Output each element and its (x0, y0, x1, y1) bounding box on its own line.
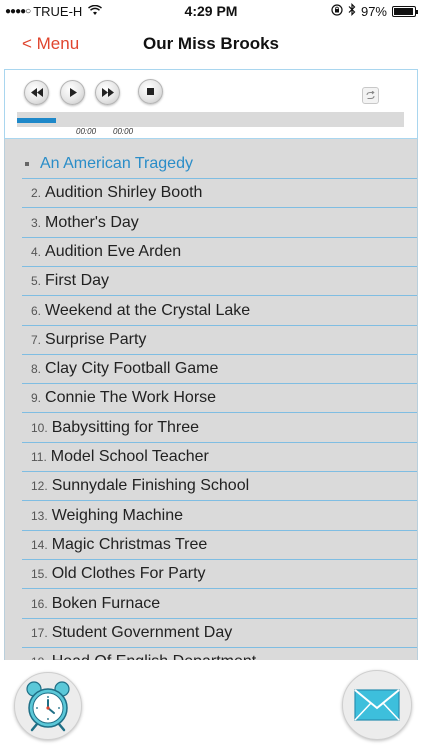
bottom-toolbar (0, 660, 422, 750)
progress-fill (17, 118, 56, 123)
episode-title: Babysitting for Three (51, 418, 200, 436)
episode-number: 14. (31, 537, 48, 552)
duration-time: 00:00 (113, 127, 134, 136)
bluetooth-icon (348, 3, 356, 19)
play-button[interactable] (60, 80, 85, 105)
episode-number: 7. (31, 332, 42, 347)
episode-list-item[interactable]: 5. First Day (22, 267, 417, 297)
stop-icon (147, 88, 154, 95)
episode-list-item[interactable]: 14. Magic Christmas Tree (22, 531, 417, 560)
episode-list-item[interactable]: 11. Model School Teacher (22, 443, 417, 472)
episode-title: Clay City Football Game (45, 360, 219, 378)
episode-title: First Day (45, 272, 110, 290)
episode-list-item[interactable]: 8. Clay City Football Game (22, 355, 417, 385)
page-title: Our Miss Brooks (142, 34, 280, 53)
episode-title: Audition Eve Arden (45, 242, 182, 260)
episode-list-item[interactable]: 15. Old Clothes For Party (22, 560, 417, 590)
progress-track[interactable] (17, 112, 404, 127)
episode-number: 5. (31, 274, 42, 289)
episode-number: 3. (31, 215, 42, 230)
episode-title: Student Government Day (51, 623, 233, 641)
episode-list-item[interactable]: 6. Weekend at the Crystal Lake (22, 297, 417, 326)
episode-title: An American Tragedy (40, 155, 193, 172)
episode-list-item[interactable]: 13. Weighing Machine (22, 502, 417, 531)
episode-number: 15. (31, 567, 48, 582)
episode-title: Weighing Machine (51, 506, 184, 524)
episode-list: An American Tragedy 2. Audition Shirley Bo… (4, 139, 418, 661)
episode-number: 12. (31, 479, 48, 494)
episode-list-item[interactable]: 7. Surprise Party (22, 326, 417, 355)
fast-forward-icon (101, 88, 114, 97)
episode-number: 8. (31, 362, 42, 377)
episode-list-item[interactable]: 16. Boken Furnace (22, 590, 417, 619)
episode-title: Magic Christmas Tree (51, 535, 208, 553)
fast-forward-button[interactable] (95, 80, 120, 105)
episode-number: 2. (31, 186, 42, 201)
episode-number: 13. (31, 508, 48, 523)
audio-player: 00:00 00:00 (4, 69, 418, 139)
navigation-bar: < Menu Our Miss Brooks (0, 22, 422, 66)
episode-title: Sunnydale Finishing School (51, 477, 250, 495)
episode-number: 9. (31, 391, 42, 406)
now-playing-bullet (25, 162, 29, 166)
episode-list-item[interactable]: 2. Audition Shirley Booth (22, 179, 417, 209)
play-icon (69, 88, 77, 97)
repeat-button[interactable] (362, 87, 379, 104)
episode-list-item[interactable]: 4. Audition Eve Arden (22, 238, 417, 267)
episode-list-item[interactable]: 17. Student Government Day (22, 619, 417, 648)
current-time: 00:00 (76, 127, 97, 136)
episode-number: 11. (31, 450, 47, 464)
episode-title: Old Clothes For Party (51, 565, 206, 583)
episode-number: 16. (31, 596, 48, 611)
episode-title: Model School Teacher (50, 448, 209, 465)
rewind-button[interactable] (24, 80, 49, 105)
episode-list-item[interactable]: An American Tragedy (22, 150, 417, 179)
battery-icon (392, 5, 418, 17)
orientation-lock-icon (331, 3, 343, 19)
rewind-icon (30, 88, 43, 97)
episode-title: Weekend at the Crystal Lake (45, 301, 251, 319)
repeat-icon (366, 91, 375, 99)
episode-number: 6. (31, 303, 42, 318)
email-button[interactable] (342, 670, 412, 740)
battery-percent: 97% (360, 3, 387, 19)
episode-number: 4. (31, 244, 42, 259)
sleep-timer-button[interactable] (14, 672, 82, 740)
stop-button[interactable] (138, 79, 163, 104)
episode-title: Mother's Day (45, 213, 139, 231)
alarm-clock-icon (26, 681, 70, 732)
episode-list-item[interactable]: 10. Babysitting for Three (22, 414, 417, 443)
episode-title: Surprise Party (45, 330, 147, 348)
status-bar: ●●●●○ TRUE-H 4:29 PM 97% (0, 0, 422, 22)
mail-icon (354, 689, 400, 721)
episode-title: Audition Shirley Booth (45, 184, 203, 202)
episode-title: Boken Furnace (51, 594, 161, 612)
episode-number: 10. (31, 420, 48, 435)
episode-list-item[interactable]: 12. Sunnydale Finishing School (22, 472, 417, 502)
episode-title: Connie The Work Horse (45, 389, 217, 407)
episode-list-item[interactable]: 9. Connie The Work Horse (22, 384, 417, 414)
battery-level (394, 7, 414, 15)
episode-list-item[interactable]: 3. Mother's Day (22, 209, 417, 238)
episode-number: 17. (31, 625, 48, 640)
